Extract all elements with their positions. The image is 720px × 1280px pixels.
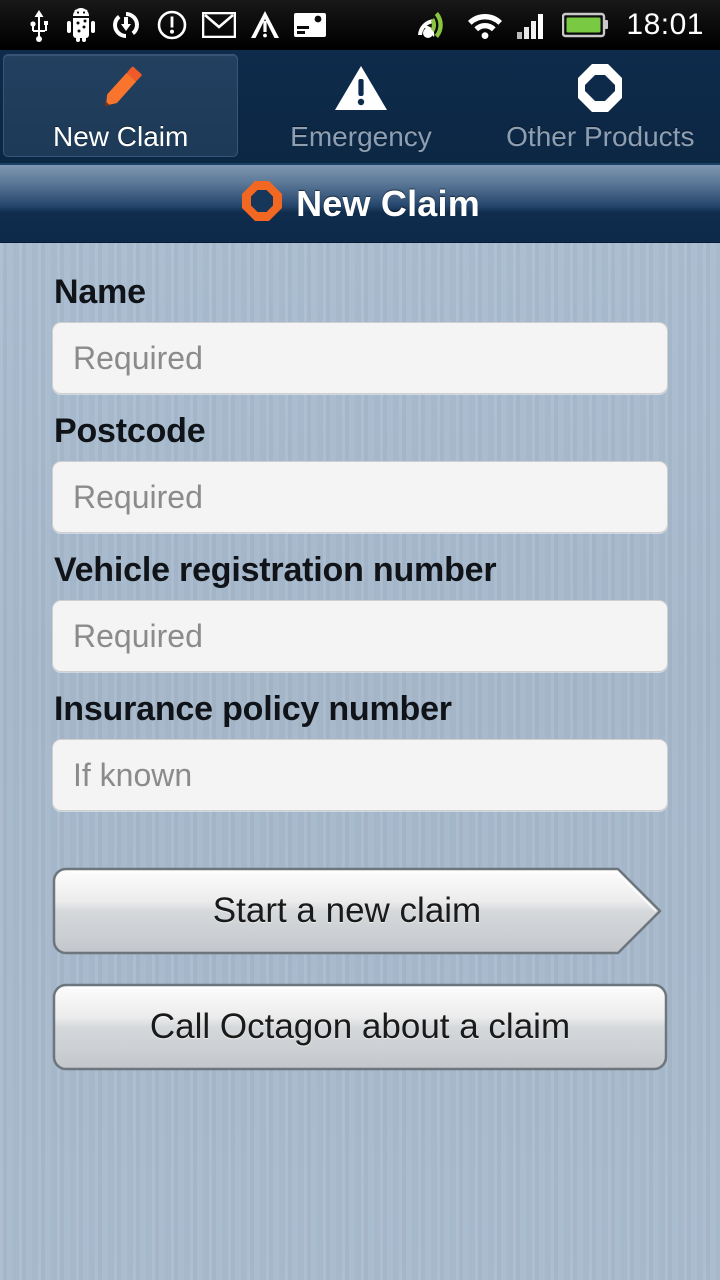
status-bar-right-icons: 18:01: [418, 8, 710, 42]
field-vehicle-registration: Vehicle registration number: [52, 551, 668, 672]
tab-label: Other Products: [506, 120, 695, 152]
insurance-policy-input[interactable]: [52, 739, 668, 811]
satellite-gps-icon: [418, 11, 444, 38]
name-input[interactable]: [52, 322, 668, 394]
field-label: Postcode: [54, 412, 206, 450]
call-octagon-button[interactable]: Call Octagon about a claim: [52, 979, 668, 1075]
wifi-icon: [468, 13, 503, 39]
status-bar: 18:01: [0, 0, 720, 50]
field-postcode: Postcode: [52, 412, 668, 533]
title-bar: New Claim: [0, 165, 720, 243]
android-debug-icon: [67, 7, 95, 42]
usb-icon: [30, 9, 48, 42]
field-name: Name: [52, 273, 668, 394]
battery-icon: [562, 12, 609, 37]
sync-download-icon: [113, 11, 139, 38]
upload-icon: [251, 10, 279, 38]
field-label: Vehicle registration number: [54, 551, 497, 589]
field-label: Insurance policy number: [54, 690, 452, 728]
start-new-claim-button[interactable]: Start a new claim: [52, 863, 668, 959]
action-buttons: Start a new claim Call Octagon about a c…: [52, 863, 668, 1075]
vehicle-registration-input[interactable]: [52, 600, 668, 672]
pencil-icon: [91, 59, 151, 117]
tab-new-claim[interactable]: New Claim: [3, 54, 239, 157]
tab-emergency[interactable]: Emergency: [244, 54, 477, 157]
tab-label: Emergency: [290, 120, 432, 152]
tab-bar: New Claim Emergency Other Products: [0, 50, 720, 165]
field-label: Name: [54, 273, 146, 311]
warning-triangle-icon: [331, 59, 391, 117]
status-bar-clock: 18:01: [626, 7, 704, 41]
tab-other-products[interactable]: Other Products: [484, 54, 717, 157]
octagon-icon: [570, 59, 630, 117]
cellular-signal-icon: [517, 13, 544, 39]
status-bar-left-icons: [10, 7, 326, 42]
octagon-logo-icon: [240, 179, 284, 228]
alert-circle-icon: [157, 10, 187, 39]
tab-label: New Claim: [52, 120, 189, 152]
form-content: Name Postcode Vehicle registration numbe…: [0, 243, 720, 1280]
page-title: New Claim: [296, 182, 480, 224]
gmail-icon: [202, 11, 236, 38]
field-insurance-policy: Insurance policy number: [52, 690, 668, 811]
sim-card-icon: [294, 12, 326, 37]
postcode-input[interactable]: [52, 461, 668, 533]
